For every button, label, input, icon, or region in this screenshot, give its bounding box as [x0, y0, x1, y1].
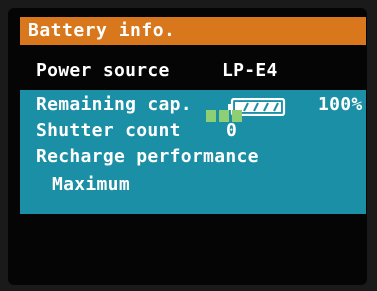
power-source-label: Power source [36, 60, 170, 81]
recharge-performance-label: Recharge performance [36, 146, 259, 167]
recharge-bar-segment [219, 110, 229, 122]
recharge-performance-bars [206, 110, 242, 122]
recharge-bar-segment [206, 110, 216, 122]
power-source-value: LP-E4 [222, 60, 278, 81]
menu-title: Battery info. [20, 17, 366, 45]
remaining-capacity-percent: 100% [318, 94, 363, 115]
remaining-capacity-label: Remaining cap. [36, 94, 192, 115]
recharge-level-label: Maximum [52, 174, 130, 195]
recharge-bar-segment [232, 110, 242, 122]
shutter-count-label: Shutter count [36, 120, 181, 141]
battery-info-panel: Remaining cap. 100% Shutter count 0 Rech… [20, 90, 366, 214]
shutter-count-value: 0 [226, 120, 238, 141]
